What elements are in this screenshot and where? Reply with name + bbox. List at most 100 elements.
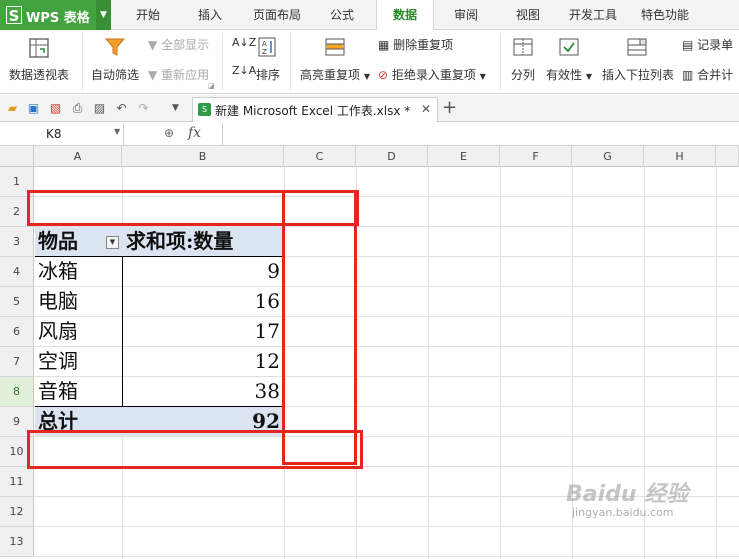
auto-filter-button[interactable]: 自动筛选 [91,66,139,83]
wps-spreadsheet-window: S WPS 表格 ▼ 开始 插入 页面布局 公式 数据 审阅 视图 开发工具 特… [0,0,739,559]
merge-calc-label: 合并计 [697,68,734,82]
tab-special-features[interactable]: 特色功能 [632,0,698,30]
tab-insert[interactable]: 插入 [184,0,236,30]
sort-ascending-icon[interactable]: A↓Z [232,36,256,49]
sort-descending-icon[interactable]: Z↓A [232,64,256,77]
print-preview-icon[interactable]: ▨ [92,101,107,116]
column-header-d[interactable]: D [356,146,428,167]
row-header-13[interactable]: 13 [0,527,34,557]
new-tab-plus-icon[interactable]: + [442,97,457,119]
wps-app-menu[interactable]: S WPS 表格 ▼ [0,0,111,30]
validity-button[interactable]: 有效性 ▼ [546,66,592,83]
tab-developer[interactable]: 开发工具 [560,0,626,30]
pivot-row-qty[interactable]: 9 [123,257,284,285]
name-box-value: K8 [46,127,62,141]
name-box[interactable]: K8 ▼ [0,123,124,145]
chevron-down-icon: ▼ [479,72,486,81]
magnifier-icon[interactable]: ⊕ [164,126,174,140]
column-header-g[interactable]: G [572,146,644,167]
document-tab[interactable]: S 新建 Microsoft Excel 工作表.xlsx * ✕ [192,97,438,122]
row-header-8[interactable]: 8 [0,377,34,407]
tab-formulas[interactable]: 公式 [318,0,366,30]
column-header-c[interactable]: C [284,146,356,167]
open-folder-icon[interactable]: ▰ [5,101,20,116]
row-header-11[interactable]: 11 [0,467,34,497]
tab-review[interactable]: 审阅 [442,0,490,30]
baidu-watermark: Baidu 经验 jingyan.baidu.com [566,476,688,519]
tab-page-layout[interactable]: 页面布局 [246,0,308,30]
merge-icon: ▥ [682,68,694,82]
tab-view[interactable]: 视图 [504,0,552,30]
row-header-7[interactable]: 7 [0,347,34,377]
pivot-row-qty[interactable]: 16 [123,287,284,315]
insert-dropdown-list-button[interactable]: 插入下拉列表 [602,66,674,83]
svg-text:Z: Z [262,48,267,56]
worksheet-grid[interactable]: A B C D E F G H 1 2 3 4 5 6 7 8 9 10 11 … [0,146,739,559]
remove-duplicates-button[interactable]: ▦ 删除重复项 [378,36,453,53]
merge-calc-button[interactable]: ▥ 合并计 [682,66,733,83]
pivot-row-item[interactable]: 音箱 [38,377,122,405]
ribbon-separator [290,34,291,90]
close-icon[interactable]: ✕ [421,102,431,116]
reapply-button[interactable]: ▼ 重新应用 [148,66,209,83]
row-header-6[interactable]: 6 [0,317,34,347]
reject-duplicate-entry-button[interactable]: ⊘ 拒绝录入重复项 ▼ [378,66,486,83]
redo-icon[interactable]: ↷ [136,101,151,116]
form-icon: ▤ [682,38,694,52]
pivot-row-item[interactable]: 风扇 [38,317,122,345]
column-header-e[interactable]: E [428,146,500,167]
row-header-5[interactable]: 5 [0,287,34,317]
highlight-duplicates-button[interactable]: 高亮重复项 ▼ [300,66,370,83]
sort-icon: A Z [258,37,276,57]
tab-home[interactable]: 开始 [122,0,174,30]
insert-dropdown-icon [627,38,647,56]
row-header-4[interactable]: 4 [0,257,34,287]
column-header-f[interactable]: F [500,146,572,167]
formula-bar: K8 ▼ ⊕ fx [0,122,739,146]
chevron-down-icon[interactable]: ▼ [114,127,120,136]
document-toolbar: ▰ ▣ ▧ ⎙ ▨ ↶ ↷ ▼ S 新建 Microsoft Excel 工作表… [0,95,739,122]
remove-duplicates-icon: ▦ [378,38,390,52]
sort-button[interactable]: 排序 [256,66,280,83]
select-all-corner[interactable] [0,146,34,167]
formula-input[interactable] [224,123,739,145]
spreadsheet-file-icon: S [198,103,211,116]
export-pdf-icon[interactable]: ▧ [48,101,63,116]
split-columns-button[interactable]: 分列 [511,66,535,83]
column-header-b[interactable]: B [122,146,284,167]
ribbon-data: 数据透视表 自动筛选 ▼ 全部显示 ▼ 重新应用 A↓Z Z↓A A Z 排序 … [0,30,739,94]
chevron-down-icon[interactable]: ▼ [96,0,111,30]
formula-tools: ⊕ fx [124,123,223,145]
menu-bar: S WPS 表格 ▼ 开始 插入 页面布局 公式 数据 审阅 视图 开发工具 特… [0,0,739,31]
wps-logo-label: WPS 表格 [26,11,90,26]
row-header-3[interactable]: 3 [0,227,34,257]
pivot-row-qty[interactable]: 38 [123,377,284,405]
print-icon[interactable]: ⎙ [70,101,85,116]
watermark-url: jingyan.baidu.com [572,506,674,519]
pivot-row-item[interactable]: 冰箱 [38,257,122,285]
show-all-button[interactable]: ▼ 全部显示 [148,36,209,53]
filter-dropdown-icon[interactable]: ▼ [106,236,119,249]
customize-toolbar-icon[interactable]: ▼ [168,101,183,116]
undo-icon[interactable]: ↶ [114,101,129,116]
record-form-button[interactable]: ▤ 记录单 [682,36,733,53]
pivot-row-item[interactable]: 空调 [38,347,122,375]
svg-text:A: A [262,40,267,48]
pivot-row-item[interactable]: 电脑 [38,287,122,315]
pivot-header-item[interactable]: 物品 [38,227,108,255]
save-icon[interactable]: ▣ [26,101,41,116]
dialog-launcher-icon[interactable]: ◪ [208,82,215,90]
pivot-table-button[interactable]: 数据透视表 [9,66,69,83]
column-header-i[interactable] [716,146,739,167]
row-header-12[interactable]: 12 [0,497,34,527]
tab-data[interactable]: 数据 [376,0,434,31]
funnel-small-icon: ▼ [148,38,158,52]
column-header-a[interactable]: A [34,146,122,167]
chevron-down-icon: ▼ [585,72,592,81]
pivot-row-qty[interactable]: 17 [123,317,284,345]
ribbon-separator [222,34,223,90]
insert-function-icon[interactable]: fx [188,125,201,141]
pivot-header-value[interactable]: 求和项:数量 [126,227,284,255]
pivot-row-qty[interactable]: 12 [123,347,284,375]
column-header-h[interactable]: H [644,146,716,167]
